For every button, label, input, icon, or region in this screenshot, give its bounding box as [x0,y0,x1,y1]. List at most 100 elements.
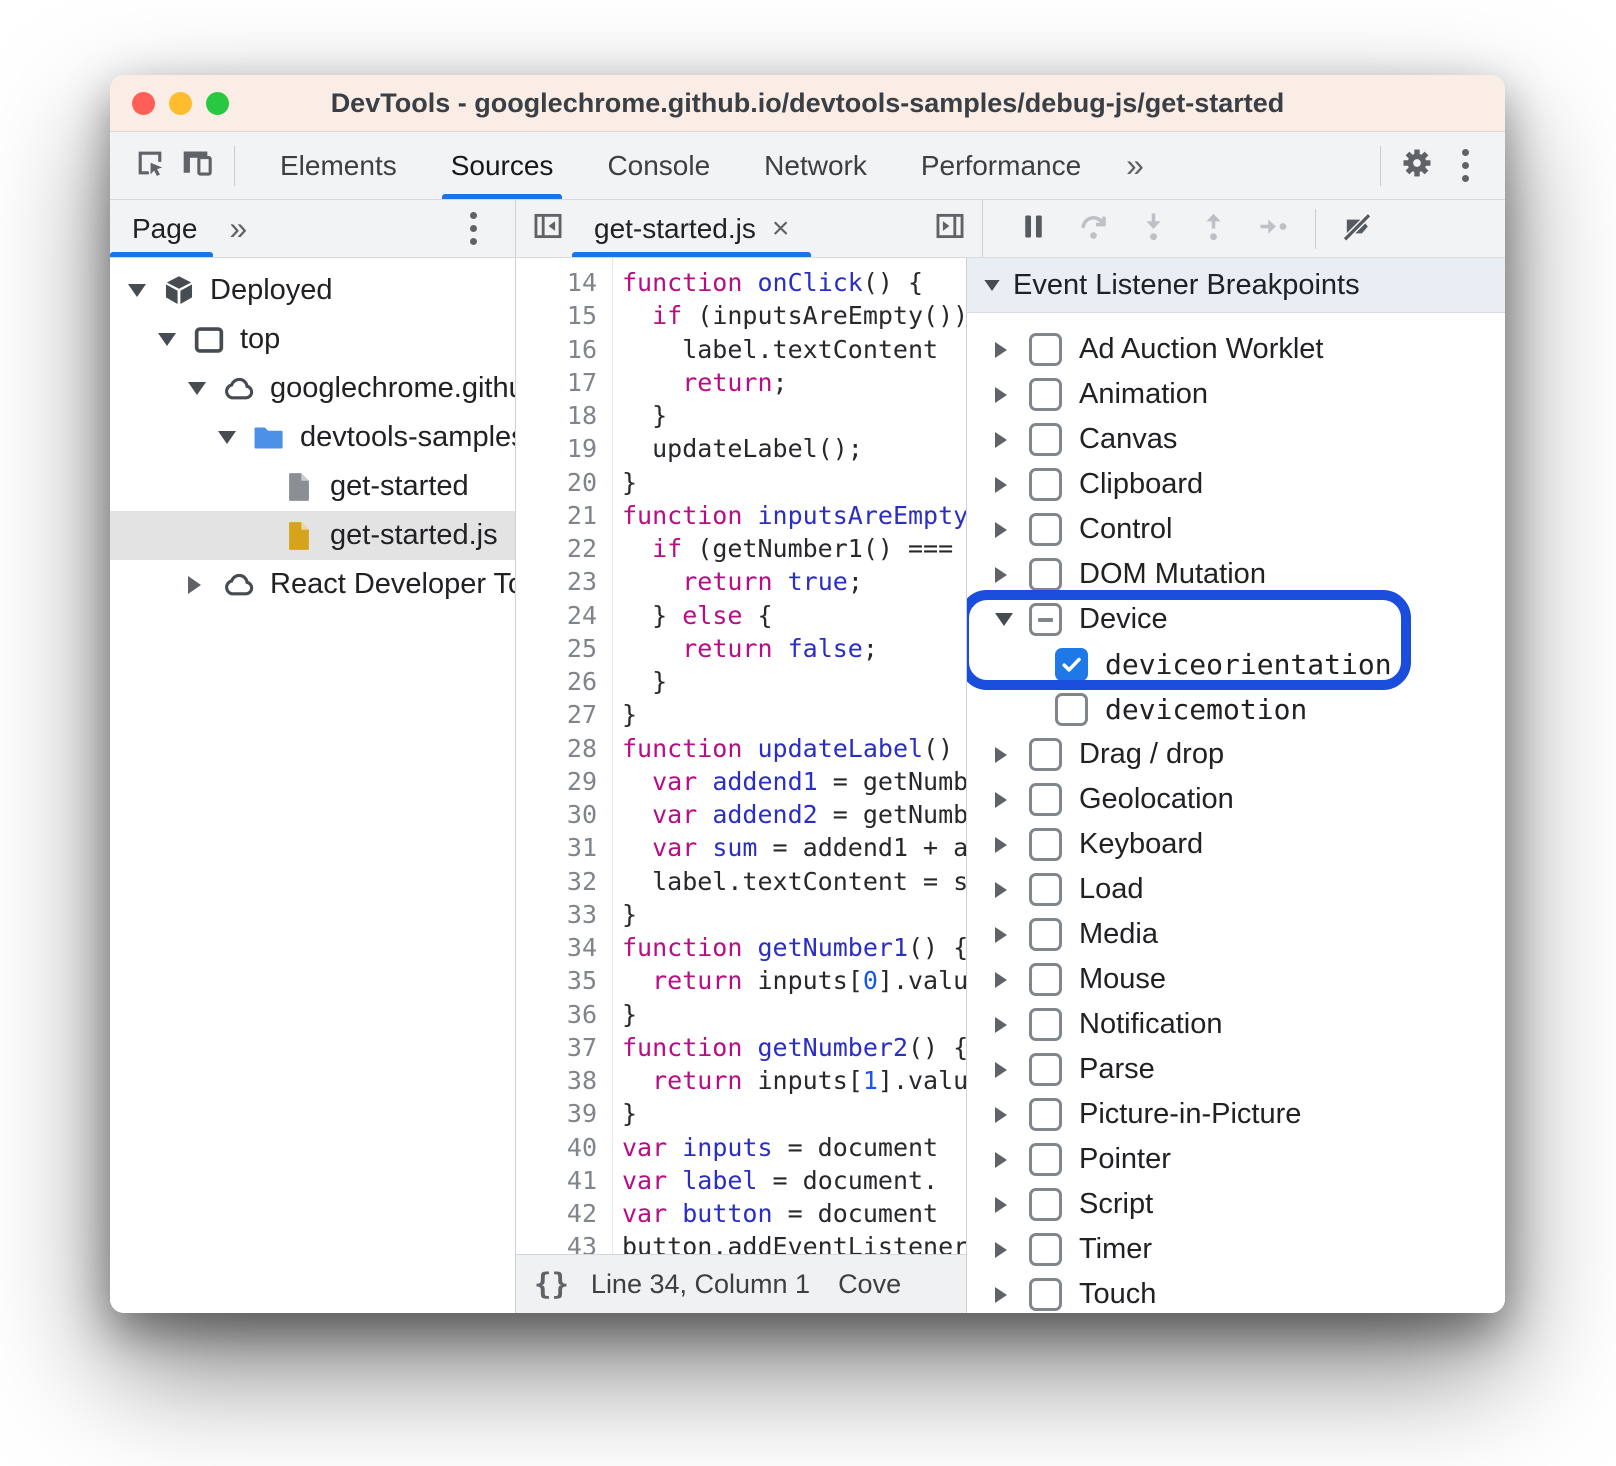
category-collapsed-icon[interactable] [995,927,1029,943]
line-number[interactable]: 16 [516,333,612,366]
line-number[interactable]: 19 [516,432,612,465]
tree-row[interactable]: React Developer Tools [110,560,515,609]
breakpoint-row[interactable]: Timer [967,1227,1505,1272]
checkbox-unchecked[interactable] [1029,1053,1062,1086]
category-collapsed-icon[interactable] [995,342,1029,358]
line-number[interactable]: 41 [516,1164,612,1197]
tree-collapsed-icon[interactable] [188,576,218,594]
checkbox-unchecked[interactable] [1029,828,1062,861]
breakpoint-row[interactable]: Mouse [967,957,1505,1002]
step-button[interactable] [1245,205,1301,253]
breakpoint-row[interactable]: Canvas [967,417,1505,462]
line-number[interactable]: 21 [516,499,612,532]
line-number[interactable]: 28 [516,732,612,765]
breakpoint-row[interactable]: Clipboard [967,462,1505,507]
breakpoint-row[interactable]: Parse [967,1047,1505,1092]
inspect-element-button[interactable] [126,142,174,190]
zoom-window-button[interactable] [206,92,229,115]
event-listener-breakpoints-header[interactable]: Event Listener Breakpoints [967,258,1505,313]
line-number[interactable]: 34 [516,931,612,964]
category-collapsed-icon[interactable] [995,477,1029,493]
tree-expanded-icon[interactable] [158,333,188,346]
breakpoint-row[interactable]: Picture-in-Picture [967,1092,1505,1137]
category-collapsed-icon[interactable] [995,1287,1029,1303]
line-number[interactable]: 22 [516,532,612,565]
panel-tab-performance[interactable]: Performance [894,132,1108,199]
line-number-gutter[interactable]: 1415161718192021222324252627282930313233… [516,258,613,1255]
line-number[interactable]: 31 [516,831,612,864]
line-number[interactable]: 33 [516,898,612,931]
category-collapsed-icon[interactable] [995,792,1029,808]
deactivate-breakpoints-button[interactable] [1330,205,1386,253]
pause-script-button[interactable] [1005,205,1061,253]
checkbox-unchecked[interactable] [1029,783,1062,816]
step-into-button[interactable] [1125,205,1181,253]
settings-button[interactable] [1393,142,1441,190]
line-number[interactable]: 29 [516,765,612,798]
category-collapsed-icon[interactable] [995,522,1029,538]
step-out-button[interactable] [1185,205,1241,253]
line-number[interactable]: 40 [516,1131,612,1164]
navigator-menu-button[interactable] [449,212,497,245]
category-collapsed-icon[interactable] [995,747,1029,763]
tree-row[interactable]: Deployed [110,266,515,315]
tab-page[interactable]: Page [110,200,223,257]
category-collapsed-icon[interactable] [995,567,1029,583]
breakpoint-row[interactable]: Control [967,507,1505,552]
panel-tab-network[interactable]: Network [737,132,894,199]
close-window-button[interactable] [132,92,155,115]
category-expanded-icon[interactable] [995,613,1029,626]
checkbox-unchecked[interactable] [1029,963,1062,996]
breakpoint-row[interactable]: Notification [967,1002,1505,1047]
line-number[interactable]: 27 [516,698,612,731]
checkbox-unchecked[interactable] [1029,1188,1062,1221]
line-number[interactable]: 26 [516,665,612,698]
breakpoint-row[interactable]: Geolocation [967,777,1505,822]
checkbox-unchecked[interactable] [1029,1098,1062,1131]
breakpoint-row[interactable]: devicemotion [967,687,1505,732]
minimize-window-button[interactable] [169,92,192,115]
breakpoint-row[interactable]: Touch [967,1272,1505,1313]
checkbox-unchecked[interactable] [1029,1233,1062,1266]
line-number[interactable]: 24 [516,599,612,632]
checkbox-unchecked[interactable] [1029,558,1062,591]
panel-tab-elements[interactable]: Elements [253,132,424,199]
tree-expanded-icon[interactable] [188,382,218,395]
line-number[interactable]: 15 [516,299,612,332]
tree-expanded-icon[interactable] [218,431,248,444]
tree-row[interactable]: get-started.js [110,511,515,560]
checkbox-unchecked[interactable] [1029,738,1062,771]
breakpoint-row[interactable]: Keyboard [967,822,1505,867]
pretty-print-icon[interactable]: {} [534,1267,569,1301]
line-number[interactable]: 37 [516,1031,612,1064]
checkbox-indeterminate[interactable] [1029,603,1062,636]
more-panels-chevron[interactable]: » [1108,147,1162,184]
line-number[interactable]: 43 [516,1230,612,1255]
tree-row[interactable]: top [110,315,515,364]
category-collapsed-icon[interactable] [995,1242,1029,1258]
category-collapsed-icon[interactable] [995,1107,1029,1123]
panel-tab-sources[interactable]: Sources [424,132,581,199]
category-collapsed-icon[interactable] [995,1152,1029,1168]
breakpoint-row[interactable]: Script [967,1182,1505,1227]
line-number[interactable]: 42 [516,1197,612,1230]
category-collapsed-icon[interactable] [995,972,1029,988]
show-debugger-sidebar-button[interactable] [926,205,974,253]
line-number[interactable]: 35 [516,964,612,997]
line-number[interactable]: 30 [516,798,612,831]
category-collapsed-icon[interactable] [995,1017,1029,1033]
line-number[interactable]: 36 [516,998,612,1031]
line-number[interactable]: 38 [516,1064,612,1097]
breakpoint-row[interactable]: Device [967,597,1505,642]
category-collapsed-icon[interactable] [995,837,1029,853]
breakpoint-row[interactable]: deviceorientation [967,642,1505,687]
checkbox-unchecked[interactable] [1029,918,1062,951]
category-collapsed-icon[interactable] [995,1197,1029,1213]
code-area[interactable]: 1415161718192021222324252627282930313233… [516,258,966,1255]
category-collapsed-icon[interactable] [995,387,1029,403]
tree-row[interactable]: get-started [110,462,515,511]
tree-expanded-icon[interactable] [128,284,158,297]
main-menu-button[interactable] [1441,149,1489,182]
checkbox-unchecked[interactable] [1029,468,1062,501]
breakpoint-row[interactable]: Load [967,867,1505,912]
